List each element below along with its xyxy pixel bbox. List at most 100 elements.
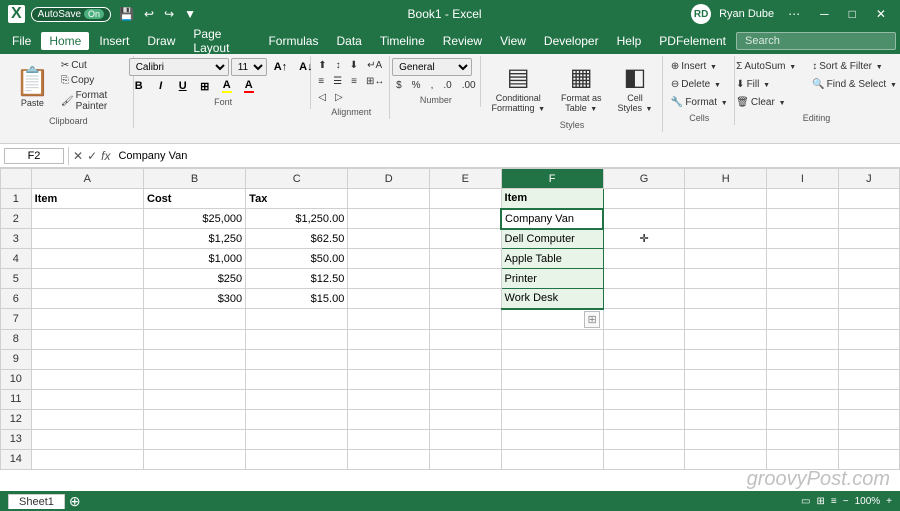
zoom-in-button[interactable]: + bbox=[886, 496, 892, 507]
cell-e7[interactable] bbox=[430, 309, 502, 330]
cell-b4[interactable]: $1,000 bbox=[144, 249, 246, 269]
cell-d14[interactable] bbox=[348, 449, 430, 469]
cell-c1[interactable]: Tax bbox=[246, 189, 348, 209]
cell-b14[interactable] bbox=[144, 449, 246, 469]
cell-j10[interactable] bbox=[838, 369, 899, 389]
cell-i1[interactable] bbox=[767, 189, 839, 209]
cell-c7[interactable] bbox=[246, 309, 348, 330]
paste-button[interactable]: 📋 Paste bbox=[10, 62, 55, 111]
cell-d12[interactable] bbox=[348, 409, 430, 429]
cell-h2[interactable] bbox=[685, 209, 767, 229]
cell-c6[interactable]: $15.00 bbox=[246, 289, 348, 309]
cell-a10[interactable] bbox=[31, 369, 143, 389]
restore-button[interactable]: □ bbox=[843, 5, 862, 23]
find-select-button[interactable]: 🔍 Find & Select ▼ bbox=[807, 76, 900, 93]
italic-button[interactable]: I bbox=[151, 78, 171, 94]
menu-insert[interactable]: Insert bbox=[91, 32, 137, 50]
cell-b9[interactable] bbox=[144, 349, 246, 369]
cell-j1[interactable] bbox=[838, 189, 899, 209]
menu-file[interactable]: File bbox=[4, 32, 39, 50]
decrease-decimal-button[interactable]: .00 bbox=[458, 78, 480, 93]
cell-f14[interactable] bbox=[501, 449, 603, 469]
cell-g7[interactable] bbox=[603, 309, 685, 330]
cell-g11[interactable] bbox=[603, 389, 685, 409]
copy-button[interactable]: ⎘Copy bbox=[57, 73, 127, 88]
align-bottom-button[interactable]: ⬇ bbox=[346, 58, 362, 73]
cell-i7[interactable] bbox=[767, 309, 839, 330]
cell-h12[interactable] bbox=[685, 409, 767, 429]
cell-b10[interactable] bbox=[144, 369, 246, 389]
col-header-h[interactable]: H bbox=[685, 169, 767, 189]
cell-j2[interactable] bbox=[838, 209, 899, 229]
cell-c14[interactable] bbox=[246, 449, 348, 469]
cell-e4[interactable] bbox=[430, 249, 502, 269]
cell-c11[interactable] bbox=[246, 389, 348, 409]
cell-a6[interactable] bbox=[31, 289, 143, 309]
cell-c3[interactable]: $62.50 bbox=[246, 229, 348, 249]
col-header-e[interactable]: E bbox=[430, 169, 502, 189]
cell-e8[interactable] bbox=[430, 329, 502, 349]
cell-h3[interactable] bbox=[685, 229, 767, 249]
cell-j14[interactable] bbox=[838, 449, 899, 469]
cell-h14[interactable] bbox=[685, 449, 767, 469]
cell-j7[interactable] bbox=[838, 309, 899, 330]
cell-a5[interactable] bbox=[31, 269, 143, 289]
cell-b5[interactable]: $250 bbox=[144, 269, 246, 289]
sheet-tab-sheet1[interactable]: Sheet1 bbox=[8, 494, 65, 509]
cell-j13[interactable] bbox=[838, 429, 899, 449]
cell-e11[interactable] bbox=[430, 389, 502, 409]
font-name-select[interactable]: Calibri bbox=[129, 58, 229, 76]
cell-a7[interactable] bbox=[31, 309, 143, 330]
cell-reference-box[interactable] bbox=[4, 148, 64, 164]
cell-d5[interactable] bbox=[348, 269, 430, 289]
cell-d4[interactable] bbox=[348, 249, 430, 269]
menu-data[interactable]: Data bbox=[328, 32, 369, 50]
cell-d7[interactable] bbox=[348, 309, 430, 330]
percent-button[interactable]: % bbox=[408, 78, 425, 93]
cell-a4[interactable] bbox=[31, 249, 143, 269]
cell-e3[interactable] bbox=[430, 229, 502, 249]
cell-f8[interactable] bbox=[501, 329, 603, 349]
cell-e5[interactable] bbox=[430, 269, 502, 289]
cell-i2[interactable] bbox=[767, 209, 839, 229]
cell-d2[interactable] bbox=[348, 209, 430, 229]
comma-button[interactable]: , bbox=[427, 78, 438, 93]
cell-d11[interactable] bbox=[348, 389, 430, 409]
cell-i8[interactable] bbox=[767, 329, 839, 349]
cell-g2[interactable] bbox=[603, 209, 685, 229]
currency-button[interactable]: $ bbox=[392, 78, 406, 93]
increase-font-size-button[interactable]: A↑ bbox=[269, 59, 292, 75]
cell-a3[interactable] bbox=[31, 229, 143, 249]
cell-j11[interactable] bbox=[838, 389, 899, 409]
ribbon-display-options-button[interactable]: ⋯ bbox=[782, 5, 806, 23]
cell-h10[interactable] bbox=[685, 369, 767, 389]
cell-b8[interactable] bbox=[144, 329, 246, 349]
font-size-select[interactable]: 11 bbox=[231, 58, 267, 76]
cell-styles-button[interactable]: ◧ CellStyles ▼ bbox=[611, 58, 660, 118]
cell-h9[interactable] bbox=[685, 349, 767, 369]
cell-g6[interactable] bbox=[603, 289, 685, 309]
bold-button[interactable]: B bbox=[129, 78, 149, 94]
cell-d13[interactable] bbox=[348, 429, 430, 449]
col-header-c[interactable]: C bbox=[246, 169, 348, 189]
minimize-button[interactable]: ─ bbox=[814, 5, 835, 23]
merge-center-button[interactable]: ⊞↔ bbox=[362, 74, 388, 89]
cell-c4[interactable]: $50.00 bbox=[246, 249, 348, 269]
undo-icon[interactable]: ↩ bbox=[142, 6, 156, 22]
menu-view[interactable]: View bbox=[492, 32, 534, 50]
delete-button[interactable]: ⊖ Delete ▼ bbox=[666, 76, 733, 93]
cell-f4[interactable]: Apple Table bbox=[501, 249, 603, 269]
cell-i9[interactable] bbox=[767, 349, 839, 369]
cell-b6[interactable]: $300 bbox=[144, 289, 246, 309]
align-middle-button[interactable]: ↕ bbox=[332, 58, 345, 73]
col-header-b[interactable]: B bbox=[144, 169, 246, 189]
enter-formula-icon[interactable]: ✓ bbox=[87, 149, 97, 163]
cell-e10[interactable] bbox=[430, 369, 502, 389]
cell-e2[interactable] bbox=[430, 209, 502, 229]
cell-c13[interactable] bbox=[246, 429, 348, 449]
redo-icon[interactable]: ↪ bbox=[162, 6, 176, 22]
cell-e6[interactable] bbox=[430, 289, 502, 309]
cell-c2[interactable]: $1,250.00 bbox=[246, 209, 348, 229]
menu-page-layout[interactable]: Page Layout bbox=[185, 25, 258, 57]
decrease-indent-button[interactable]: ◁ bbox=[314, 90, 330, 105]
